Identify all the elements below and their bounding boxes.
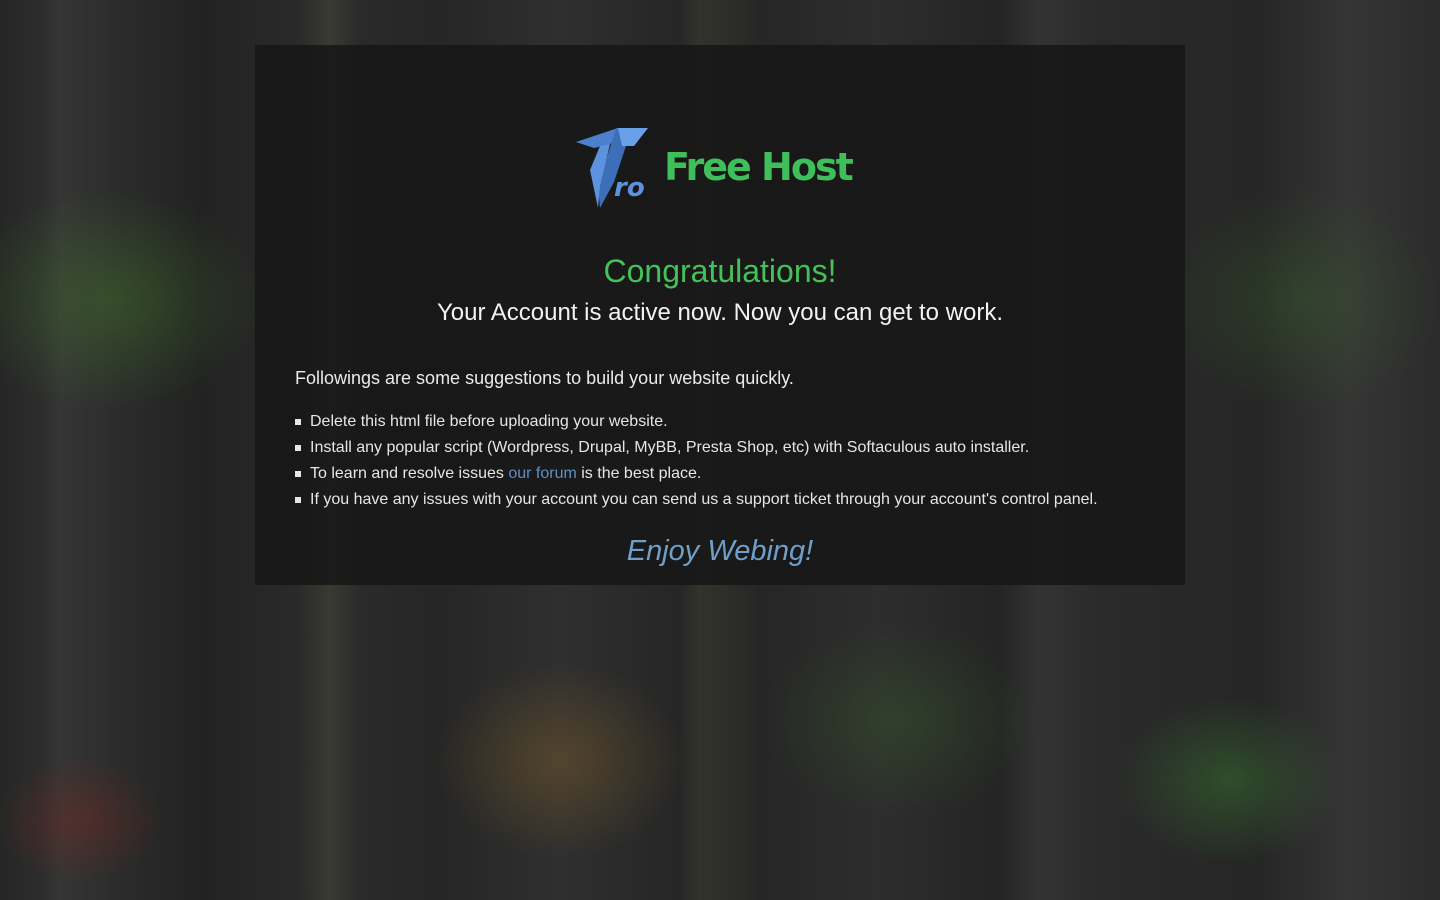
list-item-text-after: is the best place. — [576, 465, 702, 482]
welcome-panel: ro Free Host Congratulations! Your Accou… — [255, 45, 1185, 585]
list-item: If you have any issues with your account… — [295, 487, 1155, 513]
bullet-icon — [295, 445, 301, 451]
bullet-icon — [295, 497, 301, 503]
list-item-text-before: To learn and resolve issues — [310, 465, 509, 482]
suggestions-intro: Followings are some suggestions to build… — [295, 368, 794, 388]
closing-message: Enjoy Webing! — [626, 535, 814, 567]
bullet-icon — [295, 471, 301, 477]
brand-logo: ro Free Host — [570, 123, 870, 211]
list-item: Install any popular script (Wordpress, D… — [295, 435, 1155, 461]
suggestions-list: Delete this html file before uploading y… — [295, 409, 1155, 513]
list-item-text: Install any popular script (Wordpress, D… — [310, 439, 1030, 456]
list-item-text: Delete this html file before uploading y… — [310, 413, 668, 430]
brand-name: Free Host — [664, 145, 854, 189]
congratulations-heading: Congratulations! — [603, 253, 837, 289]
bullet-icon — [295, 419, 301, 425]
list-item: To learn and resolve issues our forum is… — [295, 461, 1155, 487]
forum-link[interactable]: our forum — [508, 465, 576, 482]
brand-logo-mark-text: ro — [614, 173, 645, 203]
brand-logo-icon: ro — [576, 128, 648, 208]
list-item: Delete this html file before uploading y… — [295, 409, 1155, 435]
list-item-text: If you have any issues with your account… — [310, 491, 1098, 508]
account-active-message: Your Account is active now. Now you can … — [436, 299, 1004, 326]
